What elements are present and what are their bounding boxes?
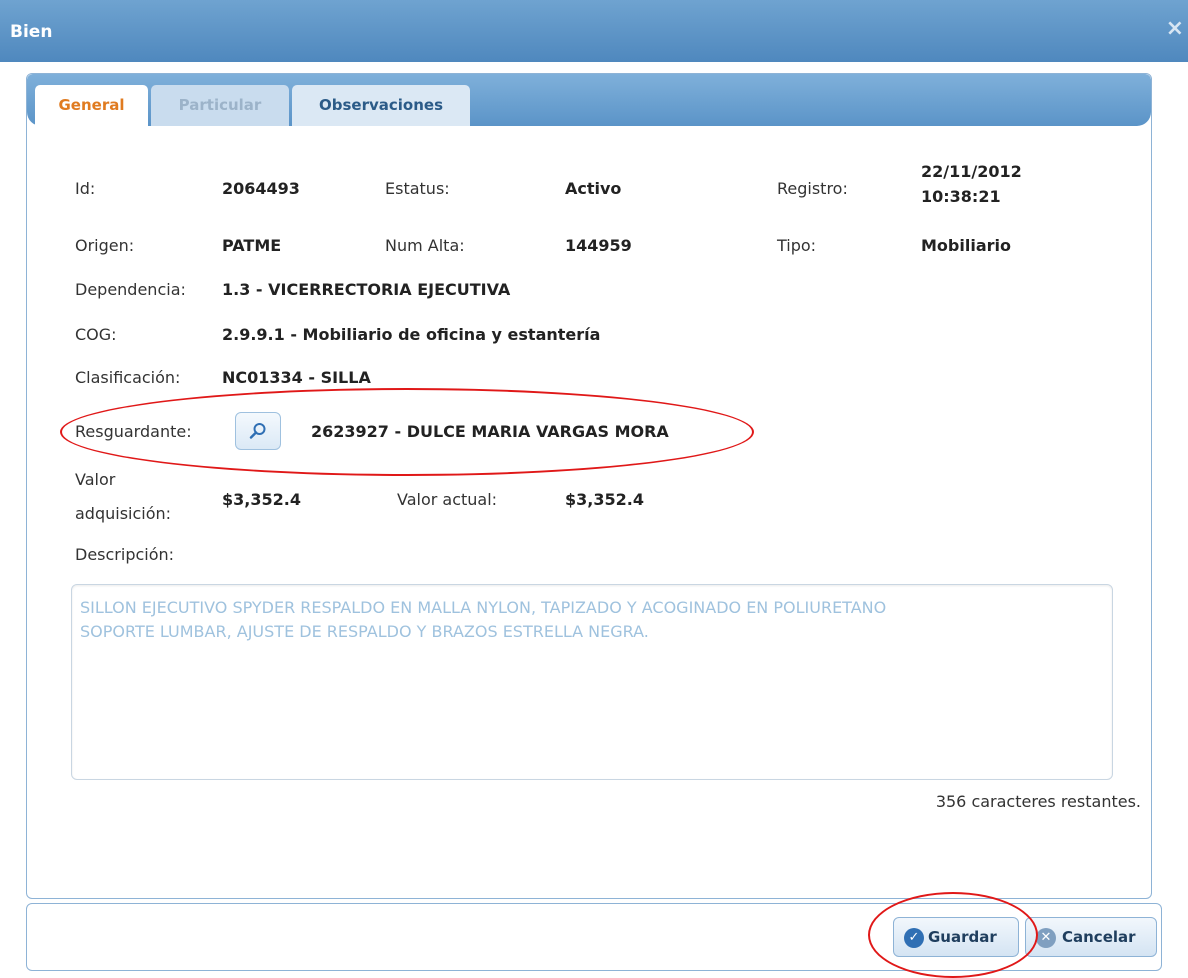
- origen-label: Origen:: [75, 236, 135, 255]
- guardar-label: Guardar: [928, 928, 997, 946]
- main-panel: General Particular Observaciones Id: 206…: [26, 73, 1152, 899]
- id-label: Id:: [75, 179, 96, 198]
- valor-adquisicion-value: $3,352.4: [222, 490, 301, 509]
- cancelar-label: Cancelar: [1062, 928, 1136, 946]
- tipo-value: Mobiliario: [921, 236, 1011, 255]
- cog-value: 2.9.9.1 - Mobiliario de oficina y estant…: [222, 325, 601, 344]
- estatus-label: Estatus:: [385, 179, 450, 198]
- valor-adquisicion-label-line2: adquisición:: [75, 504, 172, 523]
- registro-date: 22/11/2012: [921, 162, 1022, 181]
- descripcion-line-2: SOPORTE LUMBAR, AJUSTE DE RESPALDO Y BRA…: [80, 622, 649, 641]
- clasificacion-value: NC01334 - SILLA: [222, 368, 371, 387]
- num-alta-value: 144959: [565, 236, 632, 255]
- cog-label: COG:: [75, 325, 117, 344]
- resguardante-label: Resguardante:: [75, 422, 192, 441]
- descripcion-textarea[interactable]: SILLON EJECUTIVO SPYDER RESPALDO EN MALL…: [71, 584, 1113, 780]
- tab-observaciones[interactable]: Observaciones: [292, 85, 470, 126]
- characters-remaining: 356 caracteres restantes.: [935, 792, 1141, 811]
- cancelar-button[interactable]: ✕ Cancelar: [1025, 917, 1157, 957]
- check-circle-icon: ✓: [904, 928, 924, 948]
- close-icon[interactable]: ×: [1166, 16, 1184, 41]
- search-resguardante-button[interactable]: [235, 412, 281, 450]
- valor-adquisicion-label-line1: Valor: [75, 470, 116, 489]
- tab-particular[interactable]: Particular: [151, 85, 289, 126]
- registro-time: 10:38:21: [921, 187, 1001, 206]
- x-circle-icon: ✕: [1036, 928, 1056, 948]
- registro-label: Registro:: [777, 179, 848, 198]
- search-icon: [249, 423, 266, 439]
- dialog-title: Bien: [10, 22, 53, 42]
- descripcion-label: Descripción:: [75, 545, 175, 564]
- dependencia-value: 1.3 - VICERRECTORIA EJECUTIVA: [222, 280, 511, 299]
- clasificacion-label: Clasificación:: [75, 368, 181, 387]
- num-alta-label: Num Alta:: [385, 236, 465, 255]
- guardar-button[interactable]: ✓ Guardar: [893, 917, 1019, 957]
- valor-actual-value: $3,352.4: [565, 490, 644, 509]
- tipo-label: Tipo:: [777, 236, 817, 255]
- valor-actual-label: Valor actual:: [397, 490, 498, 509]
- dialog-titlebar: Bien ×: [0, 0, 1188, 62]
- dependencia-label: Dependencia:: [75, 280, 186, 299]
- tab-strip: General Particular Observaciones: [27, 74, 1151, 126]
- tab-general[interactable]: General: [35, 85, 148, 126]
- resguardante-value: 2623927 - DULCE MARIA VARGAS MORA: [311, 422, 669, 441]
- id-value: 2064493: [222, 179, 300, 198]
- origen-value: PATME: [222, 236, 282, 255]
- descripcion-line-1: SILLON EJECUTIVO SPYDER RESPALDO EN MALL…: [80, 598, 887, 617]
- estatus-value: Activo: [565, 179, 622, 198]
